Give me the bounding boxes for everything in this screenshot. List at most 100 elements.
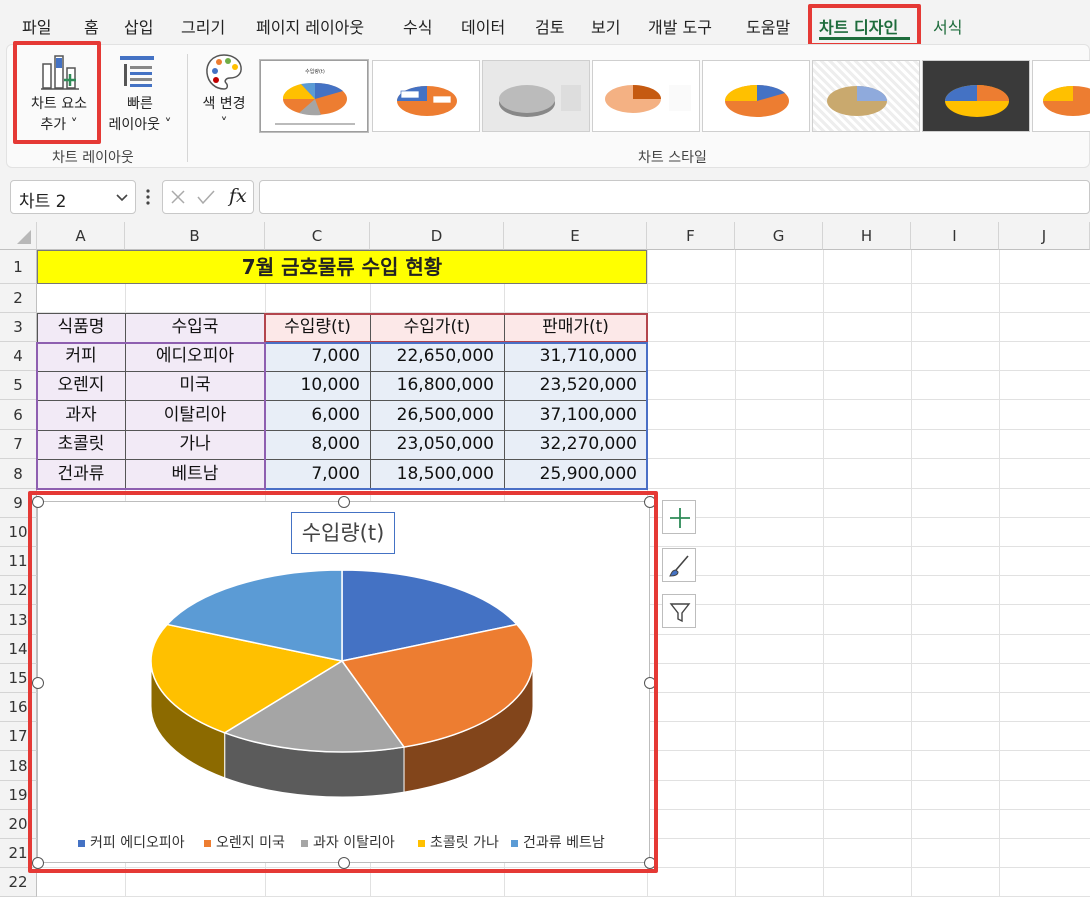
table-cell[interactable]: 10,000 <box>265 371 370 400</box>
row-header-1[interactable]: 1 <box>0 250 37 284</box>
select-all-corner[interactable] <box>0 222 37 250</box>
column-header-i[interactable]: I <box>911 222 999 250</box>
more-options-icon[interactable] <box>144 188 152 210</box>
quick-layout-label-1: 빠른 <box>127 96 153 112</box>
row-header-2[interactable]: 2 <box>0 284 37 313</box>
tab-view[interactable]: 보기 <box>591 14 620 38</box>
table-header-cell[interactable]: 수입가(t) <box>370 313 504 342</box>
chart-filters-button[interactable] <box>662 594 696 628</box>
row-header-6[interactable]: 6 <box>0 400 37 430</box>
table-cell[interactable]: 에디오피아 <box>125 342 265 371</box>
table-cell[interactable]: 미국 <box>125 371 265 400</box>
row-header-5[interactable]: 5 <box>0 371 37 400</box>
chart-style-7[interactable] <box>922 60 1030 132</box>
table-cell[interactable]: 23,520,000 <box>504 371 647 400</box>
table-cell[interactable]: 오렌지 <box>37 371 125 400</box>
highlight-box-chart <box>28 491 658 873</box>
table-cell[interactable]: 16,800,000 <box>370 371 504 400</box>
group-label-chart-styles: 차트 스타일 <box>638 150 707 166</box>
table-cell[interactable]: 8,000 <box>265 430 370 459</box>
brush-icon <box>669 555 689 577</box>
chart-style-8[interactable] <box>1032 60 1090 132</box>
chart-style-1[interactable]: 수입량(t) <box>259 59 369 133</box>
tab-help[interactable]: 도움말 <box>746 14 790 38</box>
column-header-a[interactable]: A <box>37 222 125 250</box>
table-cell[interactable]: 과자 <box>37 400 125 430</box>
svg-text:수입량(t): 수입량(t) <box>305 68 325 75</box>
highlight-box-add-chart-element <box>13 41 101 144</box>
table-cell[interactable]: 23,050,000 <box>370 430 504 459</box>
chevron-down-icon: ˅ <box>220 116 228 132</box>
change-colors-button[interactable]: 색 변경 ˅ <box>195 44 253 138</box>
tab-file[interactable]: 파일 <box>22 14 51 38</box>
table-header-cell[interactable]: 식품명 <box>37 313 125 342</box>
table-header-cell[interactable]: 수입량(t) <box>265 313 370 342</box>
tab-home[interactable]: 홈 <box>84 14 99 38</box>
table-cell[interactable]: 7,000 <box>265 342 370 371</box>
group-separator <box>187 54 188 162</box>
formula-buttons: fx <box>162 180 254 214</box>
highlight-box-chart-design-tab <box>808 4 921 47</box>
table-cell[interactable]: 31,710,000 <box>504 342 647 371</box>
group-label-chart-layouts: 차트 레이아웃 <box>52 150 134 166</box>
formula-bar: 차트 2 fx <box>0 172 1090 222</box>
column-header-j[interactable]: J <box>999 222 1090 250</box>
chevron-down-icon: ˅ <box>164 117 172 133</box>
enter-check-icon[interactable] <box>197 189 215 209</box>
table-cell[interactable]: 7,000 <box>265 459 370 489</box>
tab-page-layout[interactable]: 페이지 레이아웃 <box>256 14 364 38</box>
column-header-b[interactable]: B <box>125 222 265 250</box>
table-header-cell[interactable]: 수입국 <box>125 313 265 342</box>
column-header-e[interactable]: E <box>504 222 647 250</box>
tab-format[interactable]: 서식 <box>933 14 962 38</box>
row-header-7[interactable]: 7 <box>0 430 37 459</box>
chart-style-6[interactable] <box>812 60 920 132</box>
chart-style-3[interactable] <box>482 60 590 132</box>
table-cell[interactable]: 22,650,000 <box>370 342 504 371</box>
chart-styles-button[interactable] <box>662 548 696 582</box>
palette-icon <box>204 52 244 92</box>
row-header-8[interactable]: 8 <box>0 459 37 489</box>
chart-elements-button[interactable] <box>662 500 696 534</box>
formula-input[interactable] <box>259 180 1090 214</box>
sheet-title: 7월 금호물류 수입 현황 <box>241 255 443 279</box>
table-cell[interactable]: 37,100,000 <box>504 400 647 430</box>
tab-review[interactable]: 검토 <box>535 14 564 38</box>
cancel-icon[interactable] <box>170 189 186 209</box>
table-cell[interactable]: 25,900,000 <box>504 459 647 489</box>
name-box[interactable]: 차트 2 <box>10 180 136 214</box>
table-cell[interactable]: 18,500,000 <box>370 459 504 489</box>
worksheet-grid: A B C D E F G H I J 1 2 3 4 5 6 7 8 9 10 11 12 13 14 1… <box>0 222 1090 897</box>
tab-formulas[interactable]: 수식 <box>403 14 432 38</box>
column-header-f[interactable]: F <box>647 222 735 250</box>
table-cell[interactable]: 26,500,000 <box>370 400 504 430</box>
table-header-cell[interactable]: 판매가(t) <box>504 313 647 342</box>
table-cell[interactable]: 베트남 <box>125 459 265 489</box>
column-header-d[interactable]: D <box>370 222 504 250</box>
tab-developer[interactable]: 개발 도구 <box>648 14 712 38</box>
column-header-g[interactable]: G <box>735 222 823 250</box>
chart-style-4[interactable] <box>592 60 700 132</box>
ribbon-tab-bar: 파일 홈 삽입 그리기 페이지 레이아웃 수식 데이터 검토 보기 개발 도구 … <box>0 0 1090 47</box>
chart-style-5[interactable] <box>702 60 810 132</box>
table-cell[interactable]: 6,000 <box>265 400 370 430</box>
table-cell[interactable]: 건과류 <box>37 459 125 489</box>
insert-function-icon[interactable]: fx <box>229 185 247 207</box>
table-cell[interactable]: 가나 <box>125 430 265 459</box>
quick-layout-button[interactable]: 빠른 레이아웃 ˅ <box>104 44 176 138</box>
column-header-c[interactable]: C <box>265 222 370 250</box>
change-colors-label: 색 변경 <box>202 96 246 112</box>
table-cell[interactable]: 커피 <box>37 342 125 371</box>
row-header-3[interactable]: 3 <box>0 313 37 342</box>
tab-data[interactable]: 데이터 <box>461 14 505 38</box>
table-cell[interactable]: 이탈리아 <box>125 400 265 430</box>
tab-draw[interactable]: 그리기 <box>181 14 225 38</box>
quick-layout-icon <box>118 52 158 92</box>
table-cell[interactable]: 초콜릿 <box>37 430 125 459</box>
title-cell[interactable]: 7월 금호물류 수입 현황 <box>37 250 647 284</box>
table-cell[interactable]: 32,270,000 <box>504 430 647 459</box>
column-header-h[interactable]: H <box>823 222 911 250</box>
tab-insert[interactable]: 삽입 <box>124 14 153 38</box>
chart-style-2[interactable] <box>372 60 480 132</box>
row-header-4[interactable]: 4 <box>0 342 37 371</box>
